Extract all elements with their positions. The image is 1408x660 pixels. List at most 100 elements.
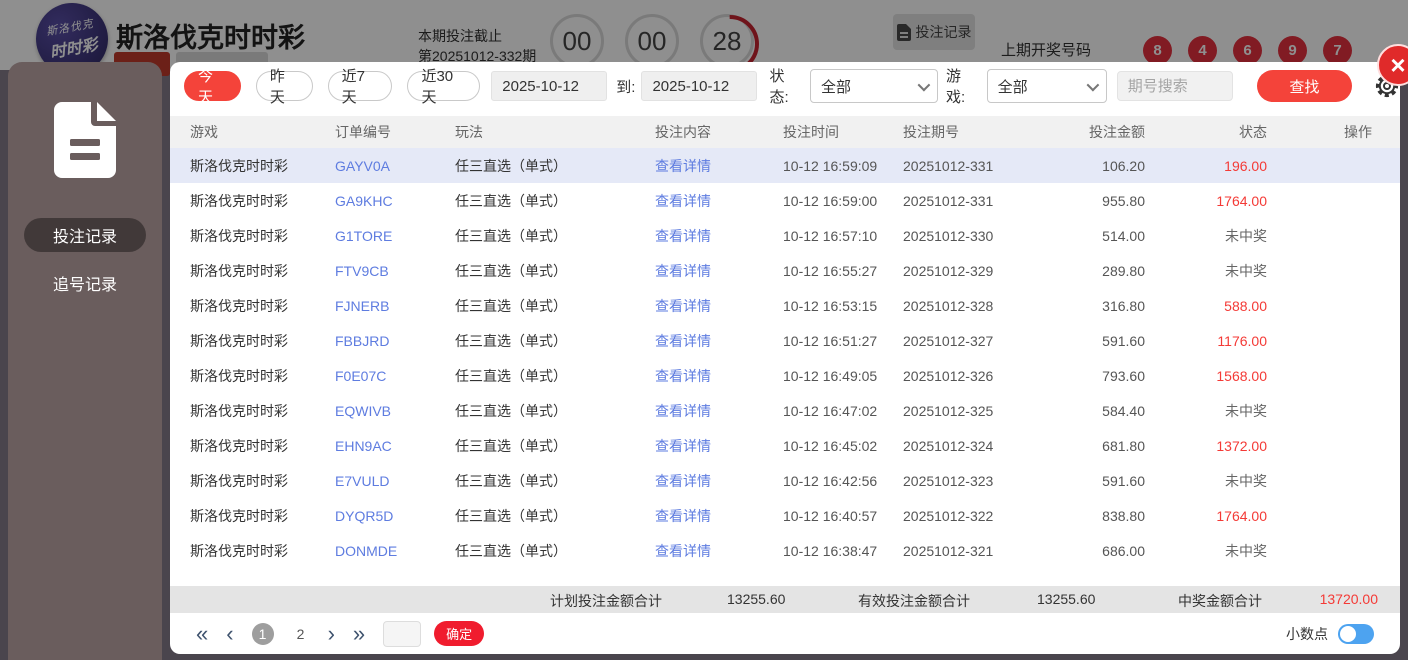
- game-select[interactable]: 全部: [986, 69, 1107, 103]
- order-code-link[interactable]: G1TORE: [335, 228, 455, 244]
- cell-play-type: 任三直选（单式）: [455, 297, 567, 314]
- cell-status: 未中奖: [1225, 542, 1267, 559]
- page-button[interactable]: 2: [290, 623, 312, 645]
- cell-bet-amount: 584.40: [1102, 402, 1145, 419]
- view-details-link[interactable]: 查看详情: [655, 193, 711, 209]
- view-details-link[interactable]: 查看详情: [655, 473, 711, 489]
- page-jump-input[interactable]: [383, 620, 422, 647]
- view-details-link[interactable]: 查看详情: [655, 298, 711, 314]
- order-code-link[interactable]: EHN9AC: [335, 438, 455, 454]
- view-details-link[interactable]: 查看详情: [655, 368, 711, 384]
- cell-status: 未中奖: [1225, 402, 1267, 419]
- view-details-link[interactable]: 查看详情: [655, 508, 711, 524]
- cell-bet-content: 查看详情: [655, 471, 783, 491]
- cell-bet-time: 10-12 16:45:02: [783, 437, 878, 454]
- last-page-button[interactable]: »: [353, 622, 365, 645]
- cell-bet-period: 20251012-330: [903, 227, 994, 244]
- search-button[interactable]: 查找: [1256, 70, 1352, 102]
- toggle-knob: [1340, 625, 1356, 642]
- quick-filter-button[interactable]: 近30天: [407, 68, 481, 106]
- order-code-link[interactable]: FBBJRD: [335, 333, 455, 349]
- cell-bet-period: 20251012-324: [903, 437, 994, 454]
- period-search-input[interactable]: [1116, 71, 1233, 101]
- view-details-link[interactable]: 查看详情: [655, 333, 711, 349]
- chevron-down-icon: [1086, 78, 1100, 91]
- cell-game: 斯洛伐克时时彩: [190, 332, 288, 349]
- table-row: 斯洛伐克时时彩 FBBJRD 任三直选（单式） 查看详情 10-12 16:51:27 2…: [170, 323, 1400, 358]
- order-code-link[interactable]: FTV9CB: [335, 263, 455, 279]
- order-code-link[interactable]: GA9KHC: [335, 193, 455, 209]
- table-row: 斯洛伐克时时彩 FTV9CB 任三直选（单式） 查看详情 10-12 16:55:27 2…: [170, 253, 1400, 288]
- first-page-button[interactable]: «: [196, 622, 208, 645]
- cell-bet-period: 20251012-331: [903, 192, 994, 209]
- table-row: 斯洛伐克时时彩 E7VULD 任三直选（单式） 查看详情 10-12 16:42:56 2…: [170, 463, 1400, 498]
- cell-bet-time: 10-12 16:57:10: [783, 227, 878, 244]
- valid-total-label: 有效投注金额合计: [858, 593, 970, 609]
- cell-bet-content: 查看详情: [655, 191, 783, 211]
- cell-bet-period: 20251012-326: [903, 367, 994, 384]
- cell-bet-amount: 838.80: [1102, 507, 1145, 524]
- summary-bar: 计划投注金额合计 13255.60 有效投注金额合计 13255.60 中奖金额…: [170, 586, 1400, 613]
- view-details-link[interactable]: 查看详情: [655, 403, 711, 419]
- cell-bet-content: 查看详情: [655, 261, 783, 281]
- cell-status: 未中奖: [1225, 262, 1267, 279]
- table-row: 斯洛伐克时时彩 F0E07C 任三直选（单式） 查看详情 10-12 16:49:05 2…: [170, 358, 1400, 393]
- cell-bet-content: 查看详情: [655, 541, 783, 561]
- status-select[interactable]: 全部: [810, 69, 939, 103]
- next-page-button[interactable]: ›: [328, 622, 335, 645]
- planned-total-value: 13255.60: [727, 591, 786, 607]
- cell-bet-period: 20251012-331: [903, 157, 994, 174]
- status-select-value: 全部: [821, 78, 852, 96]
- order-code-link[interactable]: DYQR5D: [335, 508, 455, 524]
- cell-bet-time: 10-12 16:38:47: [783, 542, 878, 559]
- cell-status: 未中奖: [1225, 472, 1267, 489]
- cell-game: 斯洛伐克时时彩: [190, 507, 288, 524]
- table-row: 斯洛伐克时时彩 G1TORE 任三直选（单式） 查看详情 10-12 16:57:10 2…: [170, 218, 1400, 253]
- game-select-value: 全部: [997, 78, 1028, 96]
- cell-game: 斯洛伐克时时彩: [190, 297, 288, 314]
- cell-play-type: 任三直选（单式）: [455, 472, 567, 489]
- date-to-label: 到:: [616, 78, 636, 96]
- view-details-link[interactable]: 查看详情: [655, 158, 711, 174]
- order-code-link[interactable]: E7VULD: [335, 473, 455, 489]
- order-code-link[interactable]: FJNERB: [335, 298, 455, 314]
- document-icon-large: [54, 102, 116, 178]
- table-row: 斯洛伐克时时彩 DONMDE 任三直选（单式） 查看详情 10-12 16:38:47 2…: [170, 533, 1400, 568]
- view-details-link[interactable]: 查看详情: [655, 543, 711, 559]
- cell-bet-amount: 591.60: [1102, 332, 1145, 349]
- decimal-toggle-switch[interactable]: [1338, 623, 1374, 644]
- valid-total-value: 13255.60: [1037, 591, 1096, 607]
- date-from-input[interactable]: [491, 71, 608, 101]
- column-header: 操作: [1344, 124, 1372, 140]
- cell-bet-content: 查看详情: [655, 366, 783, 386]
- quick-filter-button[interactable]: 今天: [184, 68, 241, 106]
- sidebar-item-chase-records[interactable]: 追号记录: [24, 266, 146, 300]
- prev-page-button[interactable]: ‹: [226, 622, 233, 645]
- cell-play-type: 任三直选（单式）: [455, 192, 567, 209]
- cell-bet-period: 20251012-323: [903, 472, 994, 489]
- cell-game: 斯洛伐克时时彩: [190, 157, 288, 174]
- date-to-input[interactable]: [641, 71, 758, 101]
- view-details-link[interactable]: 查看详情: [655, 228, 711, 244]
- cell-bet-time: 10-12 16:53:15: [783, 297, 878, 314]
- order-code-link[interactable]: GAYV0A: [335, 158, 455, 174]
- order-code-link[interactable]: EQWIVB: [335, 403, 455, 419]
- table-header-row: 游戏 订单编号 玩法 投注内容 投注时间 投注期号 投注金额 状态 操作: [170, 116, 1400, 148]
- table-row: 斯洛伐克时时彩 GA9KHC 任三直选（单式） 查看详情 10-12 16:59:00 2…: [170, 183, 1400, 218]
- view-details-link[interactable]: 查看详情: [655, 263, 711, 279]
- pagination-bar: « ‹ 12 › » 确定 小数点: [170, 613, 1400, 654]
- cell-status: 1372.00: [1216, 437, 1267, 454]
- cell-bet-amount: 591.60: [1102, 472, 1145, 489]
- view-details-link[interactable]: 查看详情: [655, 438, 711, 454]
- cell-bet-period: 20251012-327: [903, 332, 994, 349]
- page-button[interactable]: 1: [251, 622, 274, 645]
- win-total-value: 13720.00: [1319, 591, 1378, 607]
- sidebar-item-bet-records[interactable]: 投注记录: [24, 218, 146, 252]
- quick-filter-button[interactable]: 近7天: [327, 68, 393, 106]
- order-code-link[interactable]: F0E07C: [335, 368, 455, 384]
- cell-status: 1764.00: [1216, 507, 1267, 524]
- cell-bet-content: 查看详情: [655, 436, 783, 456]
- quick-filter-button[interactable]: 昨天: [255, 68, 313, 106]
- order-code-link[interactable]: DONMDE: [335, 543, 455, 559]
- page-jump-confirm-button[interactable]: 确定: [434, 621, 485, 646]
